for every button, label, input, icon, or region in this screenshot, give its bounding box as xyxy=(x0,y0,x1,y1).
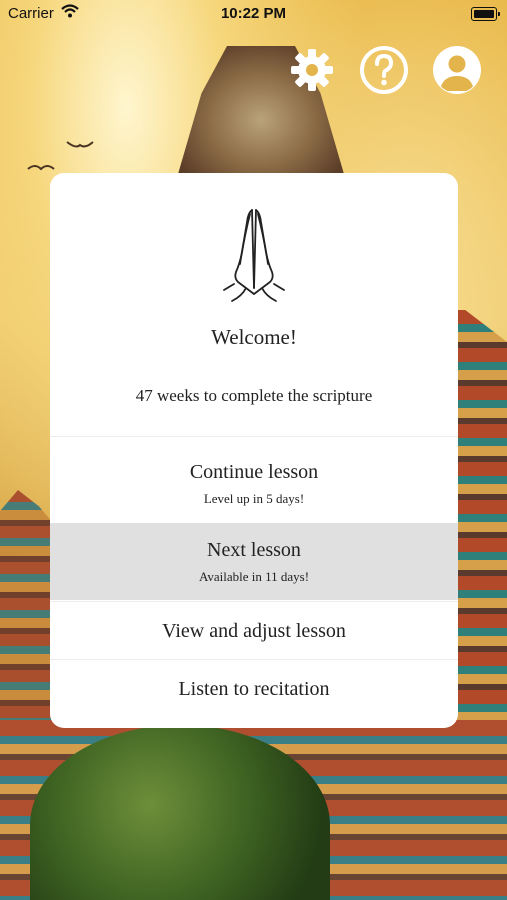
listen-recitation-button[interactable]: Listen to recitation xyxy=(50,659,458,718)
next-lesson-subtitle: Available in 11 days! xyxy=(198,569,310,584)
continue-lesson-subtitle: Level up in 5 days! xyxy=(203,491,305,506)
profile-button[interactable] xyxy=(432,45,482,95)
praying-hands-icon xyxy=(223,209,285,302)
next-lesson-label: Next lesson xyxy=(207,539,301,561)
battery-icon xyxy=(471,7,500,21)
clock: 10:22 PM xyxy=(220,5,287,22)
welcome-heading: Welcome! xyxy=(211,325,297,349)
help-icon xyxy=(360,46,408,94)
profile-icon xyxy=(433,46,481,94)
next-lesson-button[interactable]: Next lesson Available in 11 days! xyxy=(50,523,458,600)
bird-icon xyxy=(66,141,94,148)
progress-text: 47 weeks to complete the scripture xyxy=(135,386,373,405)
bird-icon xyxy=(27,165,55,171)
listen-recitation-label: Listen to recitation xyxy=(178,678,330,700)
help-button[interactable] xyxy=(359,45,409,95)
view-adjust-lesson-label: View and adjust lesson xyxy=(162,620,346,642)
continue-lesson-button[interactable]: Continue lesson Level up in 5 days! xyxy=(50,436,458,523)
view-adjust-lesson-button[interactable]: View and adjust lesson xyxy=(50,601,458,660)
continue-lesson-label: Continue lesson xyxy=(189,461,319,483)
gear-icon xyxy=(291,49,333,91)
welcome-card: Welcome! 47 weeks to complete the script… xyxy=(50,173,458,728)
settings-button[interactable] xyxy=(287,45,337,95)
status-bar: Carrier 10:22 PM xyxy=(0,0,507,30)
